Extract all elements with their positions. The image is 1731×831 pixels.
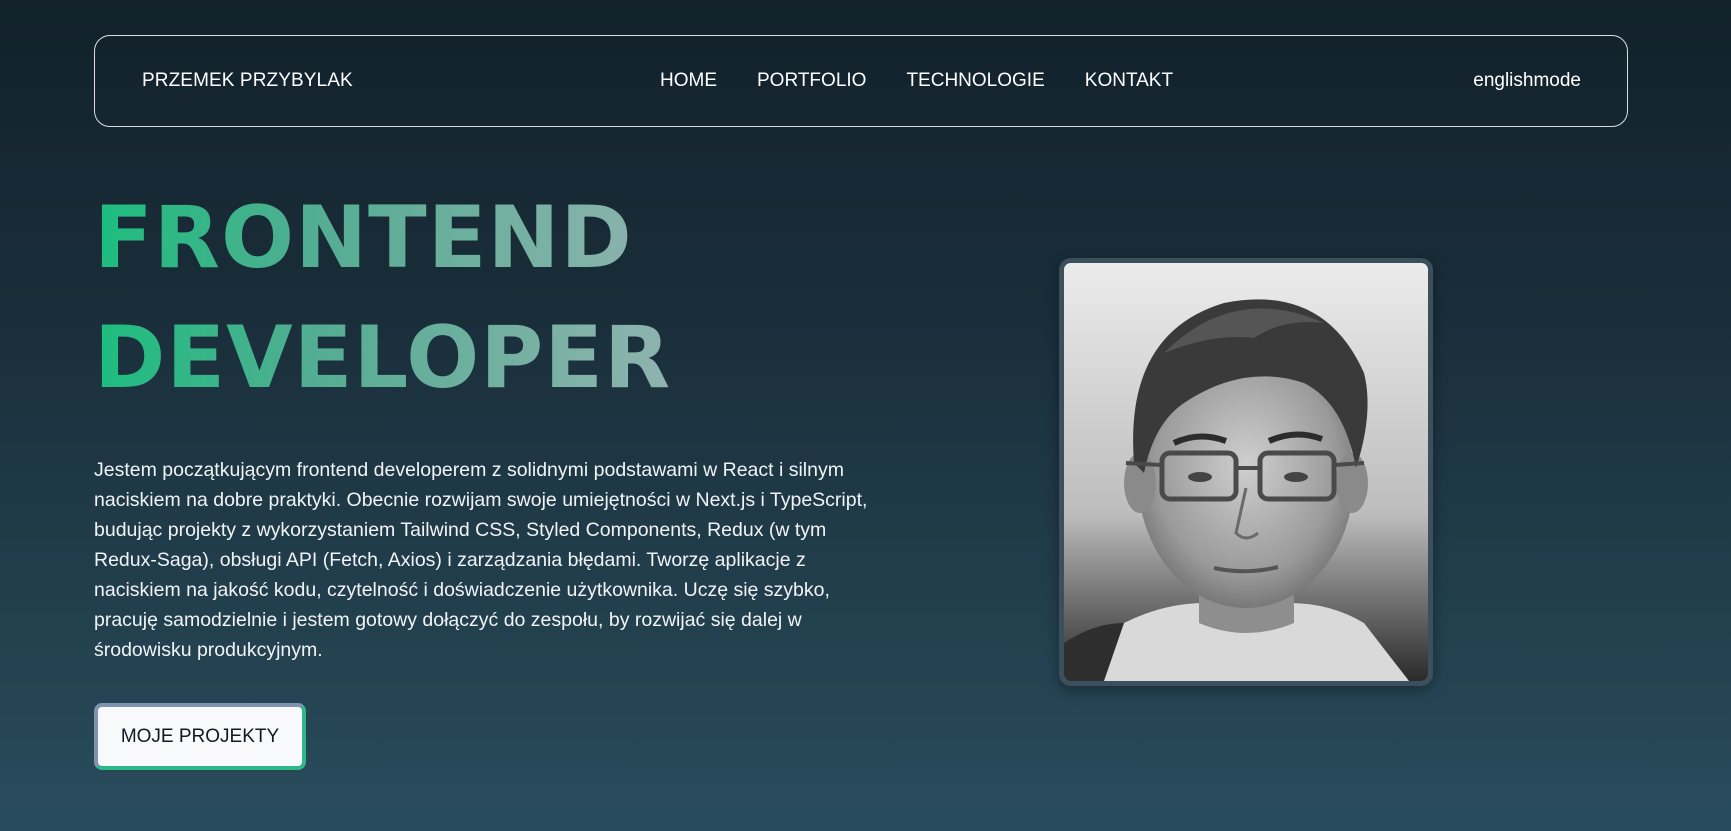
navbar: PRZEMEK PRZYBYLAK HOME PORTFOLIO TECHNOL… [94, 35, 1628, 127]
language-toggle[interactable]: englishmode [1473, 70, 1581, 92]
hero-description: Jestem początkującym frontend developere… [94, 459, 868, 661]
hero-title: FRONTEND DEVELOPER [94, 178, 671, 418]
nav-link-home[interactable]: HOME [660, 70, 717, 92]
brand-name[interactable]: PRZEMEK PRZYBYLAK [142, 70, 353, 92]
nav-link-portfolio[interactable]: PORTFOLIO [757, 70, 866, 92]
hero-title-line-2: DEVELOPER [94, 308, 672, 408]
nav-link-technologie[interactable]: TECHNOLOGIE [906, 70, 1044, 92]
portrait-image [1064, 263, 1428, 681]
nav-links: HOME PORTFOLIO TECHNOLOGIE KONTAKT [660, 70, 1173, 92]
hero-title-line-1: FRONTEND [94, 188, 633, 288]
profile-photo [1059, 258, 1433, 686]
nav-link-kontakt[interactable]: KONTAKT [1085, 70, 1173, 92]
my-projects-button[interactable]: MOJE PROJEKTY [94, 703, 306, 770]
